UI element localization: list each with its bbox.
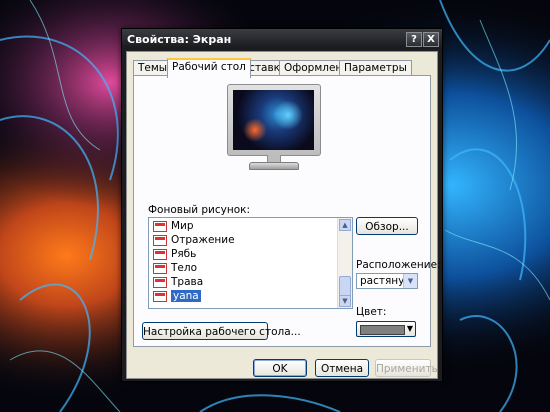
customize-desktop-button[interactable]: Настройка рабочего стола... [142, 322, 301, 340]
list-item-selected[interactable]: yana [151, 289, 334, 303]
ok-button[interactable]: OK [253, 359, 307, 377]
title-bar[interactable]: Свойства: Экран ? X [122, 29, 442, 49]
chevron-down-icon: ▼ [406, 324, 413, 333]
jpg-file-icon [153, 291, 167, 302]
list-item[interactable]: Тело [151, 261, 334, 275]
help-button[interactable]: ? [406, 32, 422, 47]
scroll-down-arrow-icon[interactable]: ▼ [339, 295, 351, 307]
jpg-file-icon [153, 235, 167, 246]
close-button[interactable]: X [423, 32, 439, 47]
monitor-preview [227, 84, 321, 156]
jpg-file-icon [153, 277, 167, 288]
background-listbox[interactable]: Мир Отражение Рябь Тело Трава yana ▲ ▼ [148, 217, 353, 309]
position-select[interactable]: растянуть ▼ [356, 273, 418, 289]
listbox-scrollbar[interactable]: ▲ ▼ [337, 218, 352, 308]
dialog-client-area: Темы Рабочий стол Заставка Оформление Па… [126, 51, 441, 379]
cancel-button[interactable]: Отмена [315, 359, 369, 377]
color-picker-button[interactable]: ▼ [356, 321, 416, 337]
scroll-up-arrow-icon[interactable]: ▲ [339, 219, 351, 231]
monitor-stand-base [249, 162, 299, 170]
jpg-file-icon [153, 263, 167, 274]
tab-desktop[interactable]: Рабочий стол [167, 58, 251, 78]
window-title: Свойства: Экран [127, 33, 232, 46]
color-label: Цвет: [356, 306, 387, 318]
browse-button[interactable]: Обзор... [356, 217, 418, 235]
list-item[interactable]: Отражение [151, 233, 334, 247]
background-label: Фоновый рисунок: [148, 204, 251, 216]
jpg-file-icon [153, 249, 167, 260]
position-label: Расположение: [356, 259, 441, 271]
tab-settings[interactable]: Параметры [339, 60, 412, 76]
jpg-file-icon [153, 221, 167, 232]
chevron-down-icon: ▼ [403, 274, 417, 288]
display-properties-window: Свойства: Экран ? X Темы Рабочий стол За… [121, 28, 443, 382]
list-item[interactable]: Рябь [151, 247, 334, 261]
desktop-tab-panel: Фоновый рисунок: Мир Отражение Рябь Тело… [133, 75, 441, 347]
apply-button[interactable]: Применить [375, 359, 438, 377]
color-swatch [360, 325, 405, 335]
wallpaper-preview [233, 90, 314, 150]
list-item[interactable]: Трава [151, 275, 334, 289]
list-item[interactable]: Мир [151, 219, 334, 233]
